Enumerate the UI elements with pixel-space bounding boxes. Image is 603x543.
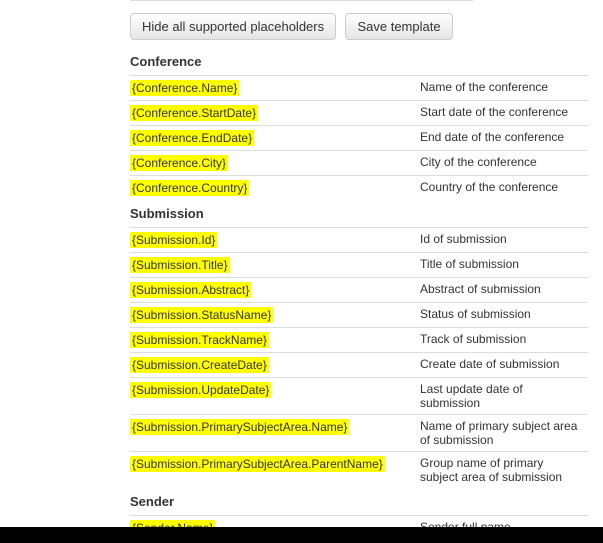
description-cell: End date of the conference — [420, 126, 588, 151]
table-row: {Conference.EndDate} End date of the conf… — [130, 126, 588, 151]
placeholder-cell: {Submission.Abstract} — [130, 278, 420, 303]
placeholder-cell: {Submission.UpdateDate} — [130, 378, 420, 415]
placeholder-cell: {Submission.PrimarySubjectArea.Name} — [130, 415, 420, 452]
description-cell: Last update date of submission — [420, 378, 588, 415]
table-row: {Conference.Country} Country of the confe… — [130, 176, 588, 201]
placeholder-cell: {Submission.Id} — [130, 228, 420, 253]
footer-black-bar — [0, 527, 603, 543]
description-cell: Status of submission — [420, 303, 588, 328]
section-heading: Submission — [130, 200, 588, 228]
table-row: {Submission.StatusName} Status of submiss… — [130, 303, 588, 328]
placeholder-token: {Submission.Abstract} — [130, 282, 251, 298]
table-row: {Submission.PrimarySubjectArea.ParentNam… — [130, 452, 588, 489]
placeholder-cell: {Conference.Name} — [130, 76, 420, 101]
description-cell: Create date of submission — [420, 353, 588, 378]
hide-placeholders-button[interactable]: Hide all supported placeholders — [130, 13, 336, 40]
description-cell: City of the conference — [420, 151, 588, 176]
table-row: {Submission.CreateDate} Create date of su… — [130, 353, 588, 378]
table-row: {Conference.StartDate} Start date of the … — [130, 101, 588, 126]
description-cell: Group name of primary subject area of su… — [420, 452, 588, 489]
placeholder-token: {Submission.PrimarySubjectArea.Name} — [130, 419, 349, 435]
placeholder-cell: {Submission.PrimarySubjectArea.ParentNam… — [130, 452, 420, 489]
placeholder-token: {Submission.CreateDate} — [130, 357, 269, 373]
placeholders-table: Conference {Conference.Name} Name of the c… — [130, 48, 588, 543]
toolbar: Hide all supported placeholders Save tem… — [0, 6, 603, 48]
placeholder-cell: {Submission.Title} — [130, 253, 420, 278]
table-row: {Submission.Id} Id of submission — [130, 228, 588, 253]
description-cell: Track of submission — [420, 328, 588, 353]
table-row: {Submission.Abstract} Abstract of submiss… — [130, 278, 588, 303]
placeholder-token: {Submission.TrackName} — [130, 332, 269, 348]
description-cell: Start date of the conference — [420, 101, 588, 126]
placeholder-token: {Submission.Id} — [130, 232, 217, 248]
placeholder-cell: {Submission.TrackName} — [130, 328, 420, 353]
placeholder-token: {Submission.StatusName} — [130, 307, 273, 323]
placeholder-cell: {Submission.StatusName} — [130, 303, 420, 328]
description-cell: Name of primary subject area of submissi… — [420, 415, 588, 452]
placeholder-token: {Submission.Title} — [130, 257, 230, 273]
description-cell: Id of submission — [420, 228, 588, 253]
description-cell: Abstract of submission — [420, 278, 588, 303]
table-row: {Conference.City} City of the conference — [130, 151, 588, 176]
description-cell: Country of the conference — [420, 176, 588, 201]
top-divider — [130, 0, 473, 2]
section-heading: Conference — [130, 48, 588, 76]
placeholder-cell: {Conference.City} — [130, 151, 420, 176]
placeholder-token: {Conference.EndDate} — [130, 130, 254, 146]
description-cell: Name of the conference — [420, 76, 588, 101]
description-cell: Title of submission — [420, 253, 588, 278]
placeholder-token: {Conference.StartDate} — [130, 105, 258, 121]
save-template-button[interactable]: Save template — [345, 13, 452, 40]
section-heading: Sender — [130, 488, 588, 516]
placeholder-token: {Conference.Country} — [130, 180, 249, 196]
placeholder-token: {Conference.City} — [130, 155, 228, 171]
placeholder-cell: {Conference.Country} — [130, 176, 420, 201]
placeholder-cell: {Conference.EndDate} — [130, 126, 420, 151]
table-row: {Submission.PrimarySubjectArea.Name} Name… — [130, 415, 588, 452]
placeholder-token: {Submission.PrimarySubjectArea.ParentNam… — [130, 456, 385, 472]
placeholder-token: {Conference.Name} — [130, 80, 239, 96]
table-row: {Submission.TrackName} Track of submissio… — [130, 328, 588, 353]
placeholder-cell: {Conference.StartDate} — [130, 101, 420, 126]
table-row: {Conference.Name} Name of the conference — [130, 76, 588, 101]
table-row: {Submission.Title} Title of submission — [130, 253, 588, 278]
placeholder-token: {Submission.UpdateDate} — [130, 382, 271, 398]
placeholder-cell: {Submission.CreateDate} — [130, 353, 420, 378]
table-row: {Submission.UpdateDate} Last update date … — [130, 378, 588, 415]
